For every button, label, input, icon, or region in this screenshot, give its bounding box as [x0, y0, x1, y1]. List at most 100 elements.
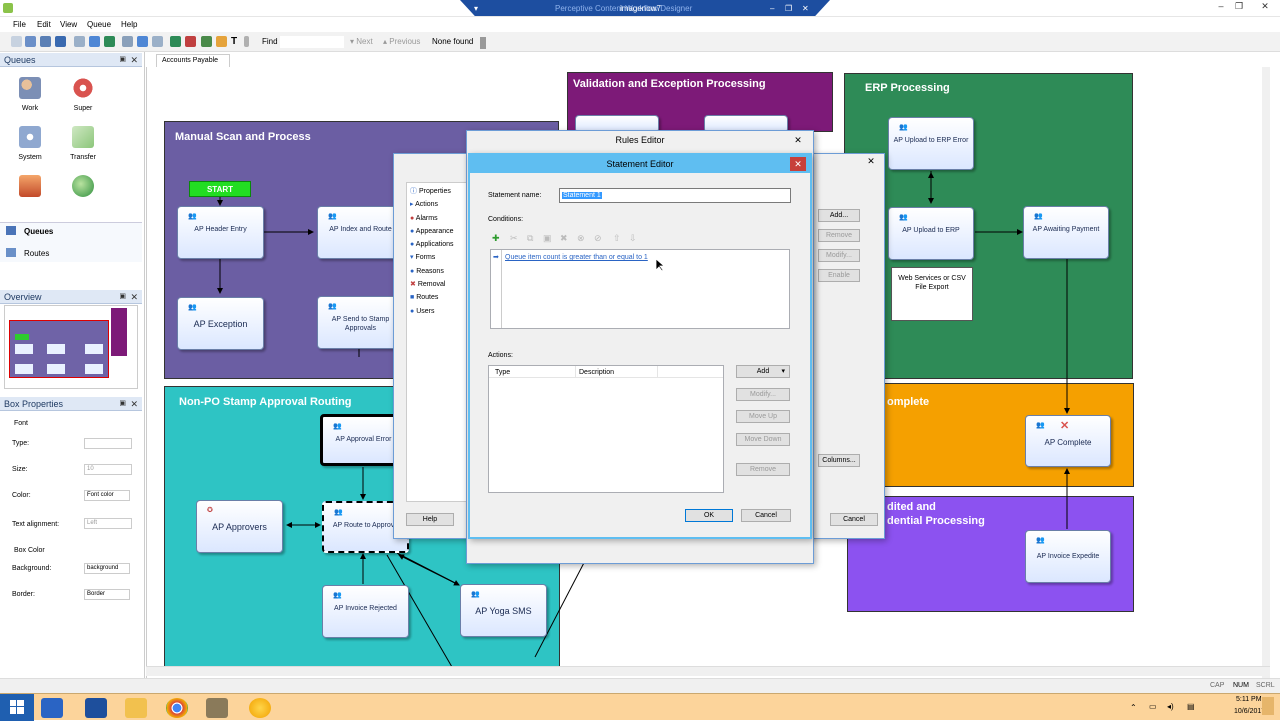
node-ap-exception[interactable]: 👥 AP Exception	[177, 297, 264, 350]
tab-accounts-payable[interactable]: Accounts Payable	[156, 54, 230, 67]
node-ap-upload-error[interactable]: 👥 AP Upload to ERP Error	[888, 117, 974, 170]
toolbar-overflow-icon[interactable]	[480, 37, 486, 49]
node-web-services[interactable]: Web Services or CSV File Export	[891, 267, 973, 321]
cut-condition-icon[interactable]: ✂	[510, 233, 518, 244]
pointer-icon[interactable]	[89, 36, 100, 47]
condition-link[interactable]: Queue item count is greater than or equa…	[505, 254, 648, 261]
panel-close-icon[interactable]: ✕	[130, 290, 138, 304]
move-up-button[interactable]: Move Up	[736, 410, 790, 423]
batch-icon[interactable]	[19, 175, 41, 197]
dropdown-icon[interactable]	[244, 36, 249, 47]
overview-thumbnail[interactable]	[4, 305, 138, 389]
queue-type-system[interactable]: System	[5, 154, 55, 161]
zoom-out-icon[interactable]	[185, 36, 196, 47]
tree-properties[interactable]: ⓘ Properties	[410, 185, 454, 198]
globe-icon[interactable]	[72, 175, 94, 197]
modify-button[interactable]: Modify...	[818, 249, 860, 262]
size-select[interactable]: 10	[84, 464, 132, 475]
tree-actions[interactable]: ▸ Actions	[410, 198, 454, 211]
super-queue-icon[interactable]	[72, 77, 94, 99]
background-select[interactable]: background	[84, 563, 130, 574]
border-select[interactable]: Border	[84, 589, 130, 600]
tray-arrow-icon[interactable]: ⌃	[1130, 703, 1137, 712]
back-icon[interactable]	[201, 36, 212, 47]
conditions-list[interactable]: ➡ Queue item count is greater than or eq…	[490, 249, 790, 329]
tree-users[interactable]: ● Users	[410, 305, 454, 318]
menu-file[interactable]: File	[13, 20, 26, 29]
tab-routes[interactable]: Routes	[24, 249, 49, 258]
pin-icon[interactable]: ▣	[119, 290, 126, 304]
type-select[interactable]	[84, 438, 132, 449]
zoom-in-icon[interactable]	[170, 36, 181, 47]
panel-close-icon[interactable]: ✕	[130, 397, 138, 411]
caption-restore-icon[interactable]: ❐	[785, 4, 792, 13]
file-explorer-icon[interactable]	[125, 698, 147, 718]
statement-editor-close-icon[interactable]: ✕	[790, 157, 806, 171]
node-ap-header-entry[interactable]: 👥 AP Header Entry	[177, 206, 264, 259]
cancel-button[interactable]: Cancel	[741, 509, 791, 522]
remove-button[interactable]: Remove	[818, 229, 860, 242]
start-button[interactable]	[0, 694, 34, 721]
chrome-icon[interactable]	[166, 698, 188, 718]
queue-type-super[interactable]: Super	[58, 105, 108, 112]
app-orb-icon[interactable]	[249, 698, 271, 718]
caption-close-icon[interactable]: ✕	[802, 4, 809, 13]
server-manager-icon[interactable]	[41, 698, 63, 718]
ok-button[interactable]: OK	[685, 509, 733, 522]
move-up-icon[interactable]: ⇧	[613, 233, 621, 244]
language-icon[interactable]: ▤	[1187, 702, 1195, 711]
tree-routes[interactable]: ■ Routes	[410, 291, 454, 304]
queue-type-transfer[interactable]: Transfer	[58, 154, 108, 161]
copy-icon[interactable]	[40, 36, 51, 47]
column-description[interactable]: Description	[579, 369, 614, 376]
move-icon[interactable]	[137, 36, 148, 47]
alignment-select[interactable]: Left	[84, 518, 132, 529]
node-ap-awaiting-payment[interactable]: 👥 AP Awaiting Payment	[1023, 206, 1109, 259]
tree-appearance[interactable]: ● Appearance	[410, 225, 454, 238]
canvas-vertical-scrollbar[interactable]	[1262, 67, 1270, 681]
menu-queue[interactable]: Queue	[87, 20, 111, 29]
close-icon[interactable]: ✕	[1256, 1, 1274, 15]
transfer-icon[interactable]	[72, 126, 94, 148]
folder-icon[interactable]	[216, 36, 227, 47]
node-ap-yoga-sms[interactable]: 👥 AP Yoga SMS	[460, 584, 547, 637]
fit-icon[interactable]	[122, 36, 133, 47]
modify-action-button[interactable]: Modify...	[736, 388, 790, 401]
node-ap-complete[interactable]: 👥 ✕ AP Complete	[1025, 415, 1111, 467]
tree-alarms[interactable]: ● Alarms	[410, 212, 454, 225]
pin-icon[interactable]: ▣	[119, 397, 126, 411]
tree-reasons[interactable]: ● Reasons	[410, 265, 454, 278]
grid-icon[interactable]	[11, 36, 22, 47]
menu-view[interactable]: View	[60, 20, 77, 29]
tree-removal[interactable]: ✖ Removal	[410, 278, 454, 291]
rotate-icon[interactable]	[104, 36, 115, 47]
copy-condition-icon[interactable]: ⧉	[527, 233, 533, 244]
columns-button[interactable]: Columns...	[818, 454, 860, 467]
add-button[interactable]: Add...	[818, 209, 860, 222]
add-condition-icon[interactable]: ✚	[492, 233, 500, 244]
node-ap-index-route[interactable]: 👥 AP Index and Route	[317, 206, 404, 259]
users-icon[interactable]	[19, 77, 41, 99]
cancel-button[interactable]: Cancel	[830, 513, 878, 526]
ungroup-condition-icon[interactable]: ⊘	[594, 233, 602, 244]
delete-condition-icon[interactable]: ✖	[560, 233, 568, 244]
notifications-icon[interactable]	[1262, 697, 1274, 715]
find-input[interactable]	[280, 36, 344, 48]
node-ap-invoice-rejected[interactable]: 👥 AP Invoice Rejected	[322, 585, 409, 638]
column-type[interactable]: Type	[495, 369, 510, 376]
move-down-button[interactable]: Move Down	[736, 433, 790, 446]
menu-edit[interactable]: Edit	[37, 20, 51, 29]
tree-applications[interactable]: ● Applications	[410, 238, 454, 251]
volume-icon[interactable]: ◂)	[1167, 702, 1174, 711]
node-ap-send-stamp[interactable]: 👥 AP Send to Stamp Approvals	[317, 296, 404, 349]
actions-table[interactable]: Type Description	[488, 365, 724, 493]
menu-help[interactable]: Help	[121, 20, 137, 29]
node-ap-invoice-expedite[interactable]: 👥 AP Invoice Expedite	[1025, 530, 1111, 583]
rules-editor-close-icon[interactable]: ✕	[789, 133, 807, 147]
powershell-icon[interactable]	[85, 698, 107, 718]
statement-name-input[interactable]: Statement 1	[559, 188, 791, 203]
text-icon[interactable]: T	[231, 36, 242, 47]
remove-action-button[interactable]: Remove	[736, 463, 790, 476]
next-button[interactable]: ▾ Next	[350, 37, 373, 46]
node-ap-upload-erp[interactable]: 👥 AP Upload to ERP	[888, 207, 974, 260]
